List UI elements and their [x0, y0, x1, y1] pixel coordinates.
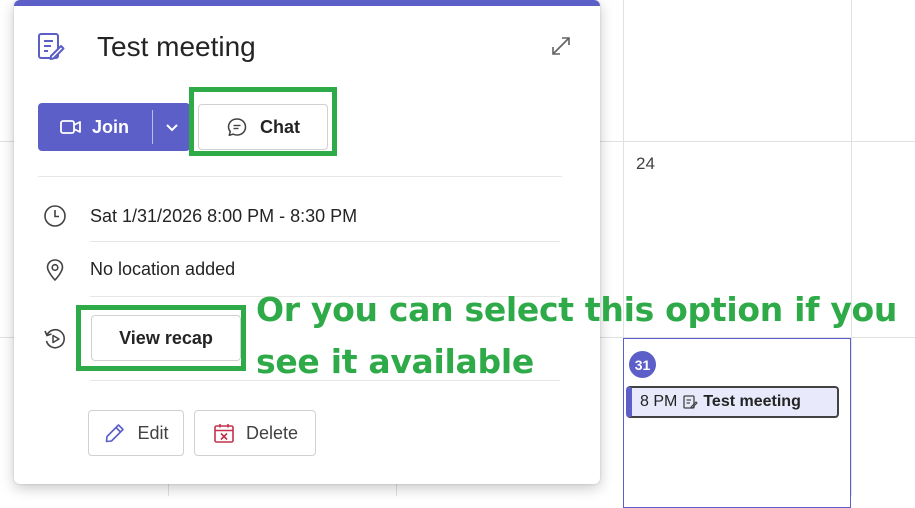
edit-button[interactable]: Edit: [88, 410, 184, 456]
meeting-note-icon: [38, 33, 65, 60]
meeting-location: No location added: [90, 259, 236, 279]
delete-label: Delete: [245, 422, 299, 443]
join-dropdown-button[interactable]: [153, 103, 190, 151]
tutorial-annotation: Or you can select this option if you see…: [256, 284, 906, 388]
popup-accent-bar: [14, 0, 600, 6]
edit-label: Edit: [137, 422, 169, 443]
calendar-event-chip[interactable]: 8 PM Test meeting: [626, 386, 839, 418]
divider: [38, 176, 562, 177]
expand-icon[interactable]: [549, 34, 573, 58]
annotation-line-2: see it available: [256, 342, 534, 381]
pencil-icon: [106, 424, 125, 443]
event-chip-time: 8 PM: [640, 393, 678, 410]
meeting-note-icon: [683, 395, 699, 409]
calendar-date-24[interactable]: 24: [636, 154, 655, 174]
join-main-button[interactable]: Join: [38, 103, 152, 151]
join-button[interactable]: Join: [38, 103, 190, 151]
calendar-gridline: [851, 0, 852, 496]
annotation-line-1: Or you can select this option if you: [256, 290, 898, 329]
divider: [90, 241, 560, 242]
chat-label: Chat: [260, 116, 300, 137]
recap-play-icon: [44, 328, 65, 349]
clock-icon: [44, 205, 66, 227]
chat-bubble-icon: [227, 118, 247, 137]
meeting-datetime: Sat 1/31/2026 8:00 PM - 8:30 PM: [90, 206, 358, 226]
meeting-details-popup: Test meeting Join Chat Sat 1/31/2026 8:0…: [14, 0, 600, 484]
video-camera-icon: [60, 120, 81, 134]
popup-title: Test meeting: [97, 31, 256, 62]
location-pin-icon: [46, 259, 64, 281]
event-chip-title: Test meeting: [703, 393, 801, 410]
chevron-down-icon: [165, 124, 178, 132]
delete-button[interactable]: Delete: [194, 410, 316, 456]
view-recap-button[interactable]: View recap: [91, 315, 241, 361]
join-label: Join: [92, 116, 130, 137]
calendar-delete-icon: [214, 424, 234, 443]
chat-button[interactable]: Chat: [198, 104, 328, 150]
